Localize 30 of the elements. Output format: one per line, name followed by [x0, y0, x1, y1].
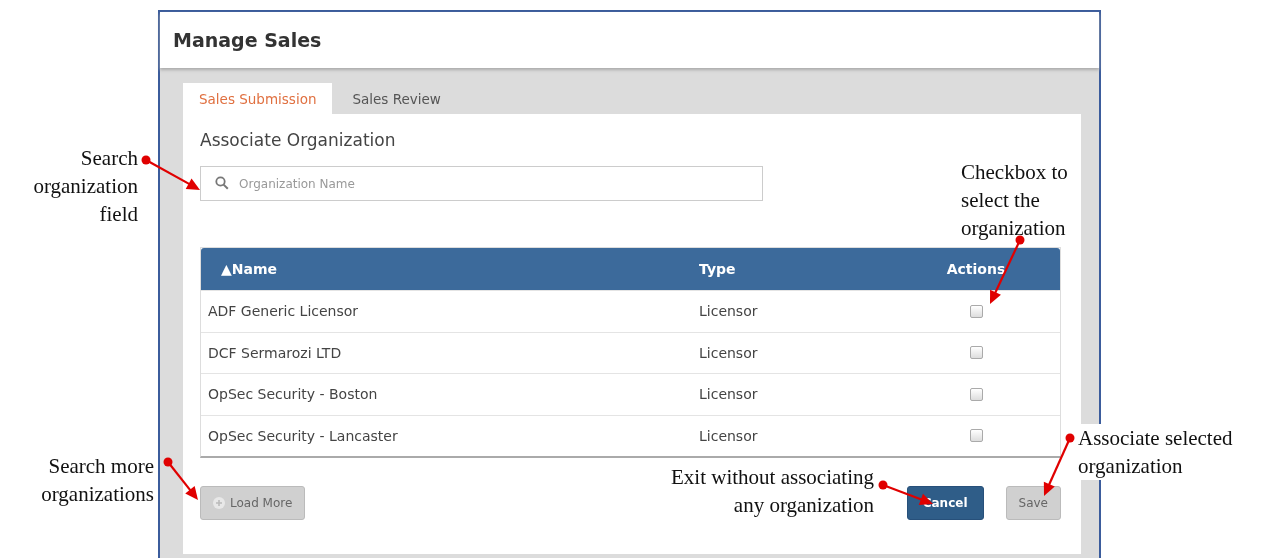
window-title: Manage Sales [173, 29, 322, 51]
callout-arrow [1043, 433, 1075, 496]
column-header[interactable]: ▲Name [201, 261, 699, 277]
table-cell-text: Licensor [699, 386, 759, 403]
table-cell-text: OpSec Security - Boston [207, 386, 379, 403]
callout-text: Exit without associating any organization [670, 464, 874, 519]
table-cell-text: OpSec Security - Lancaster [207, 427, 399, 444]
table-cell-text: DCF Sermarozi LTD [207, 344, 343, 361]
checkbox[interactable] [969, 387, 983, 401]
save-button[interactable]: Save [1005, 486, 1061, 520]
table-cell-text: ADF Generic Licensor [207, 303, 360, 320]
column-header: Type [699, 261, 737, 277]
callout-text: Search organization field [32, 145, 138, 228]
checkbox[interactable] [969, 304, 983, 318]
table-cell-text: Licensor [699, 427, 759, 444]
table-cell-text: Licensor [699, 344, 759, 361]
callout-arrow [163, 457, 198, 500]
load-more-button[interactable]: Load More [200, 486, 306, 520]
checkbox[interactable] [969, 346, 983, 360]
checkbox[interactable] [969, 429, 983, 443]
callout-arrow [141, 155, 200, 190]
callout-text: Search more organizations [40, 453, 154, 508]
tab[interactable]: Sales Submission [183, 83, 333, 114]
section-title: Associate Organization [200, 130, 397, 150]
search-field[interactable]: Organization Name [200, 166, 763, 201]
column-header: Actions [945, 261, 1007, 277]
plus-circle-icon [213, 497, 225, 509]
tab[interactable]: Sales Review [336, 83, 457, 114]
callout-text: Checkbox to select the organization [961, 159, 1069, 242]
table-cell-text: Licensor [699, 303, 759, 320]
